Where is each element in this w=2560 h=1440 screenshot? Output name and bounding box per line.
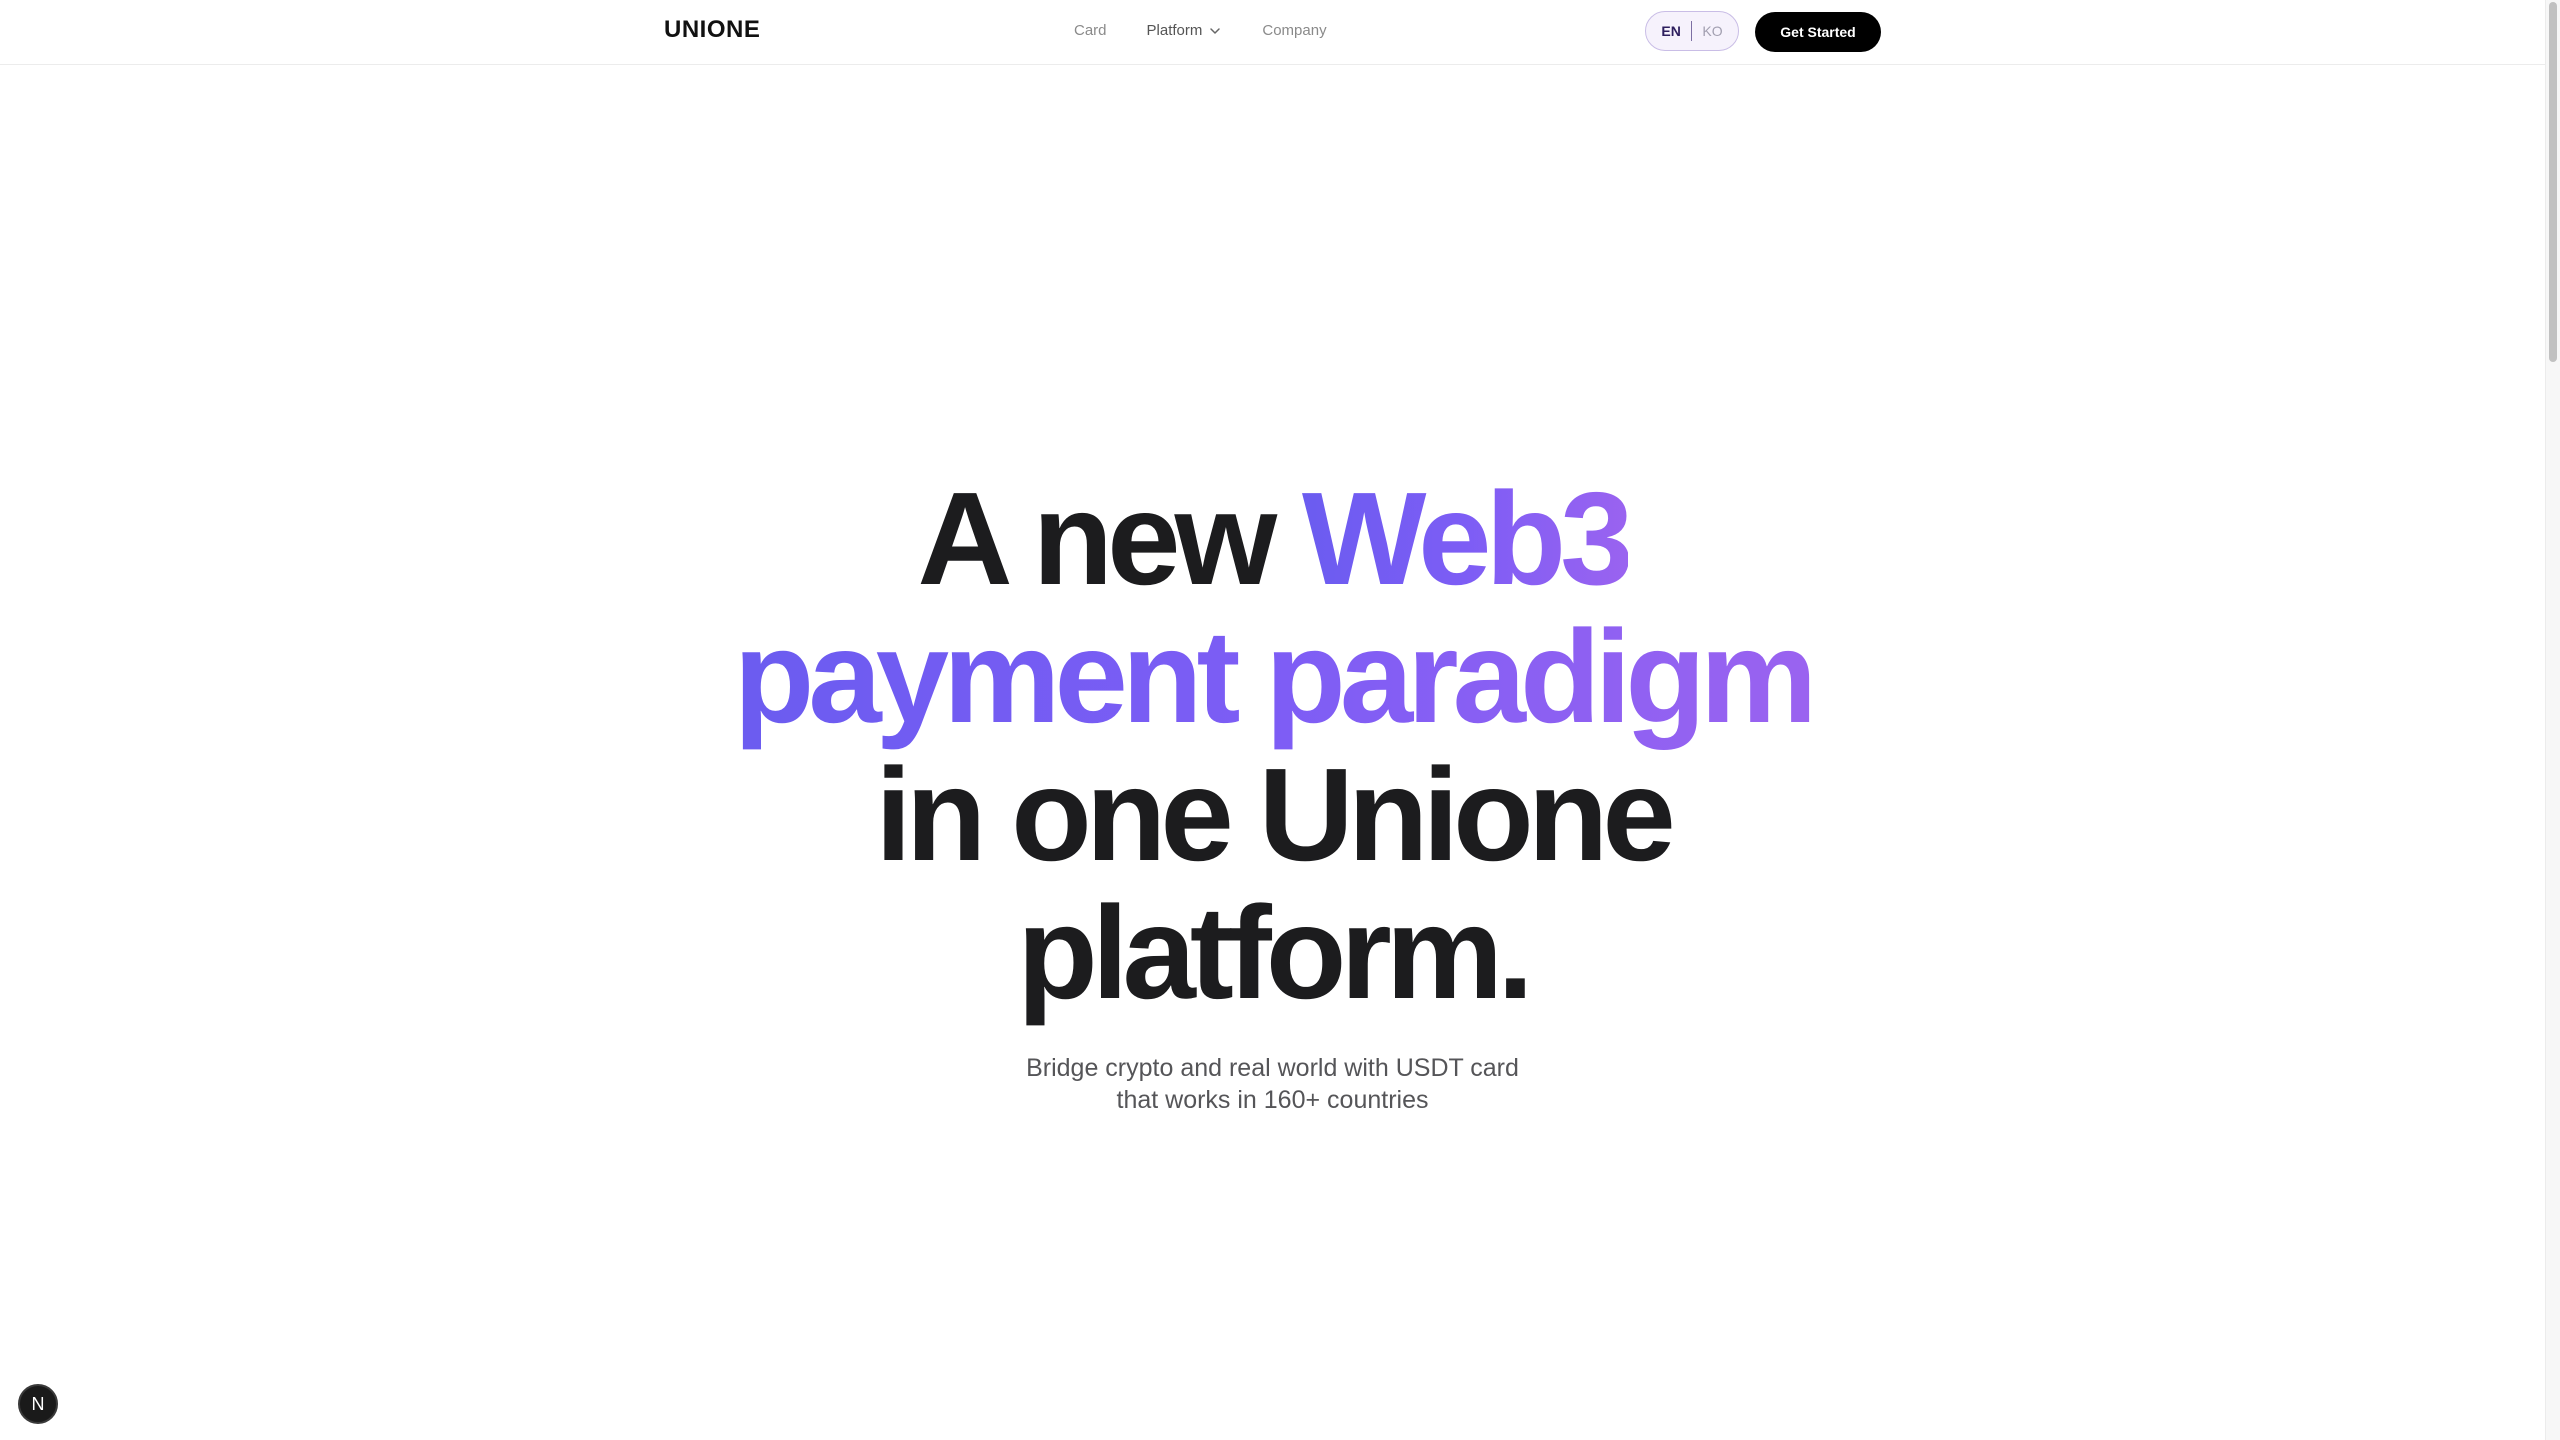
nav-link-card[interactable]: Card <box>1074 22 1107 39</box>
top-navbar: UNIONE Card Platform Company EN KO Get S… <box>0 0 2545 65</box>
page: UNIONE Card Platform Company EN KO Get S… <box>0 0 2560 1440</box>
dev-badge-label: N <box>31 1393 45 1414</box>
lang-option-en[interactable]: EN <box>1661 23 1680 39</box>
lang-divider <box>1690 21 1693 41</box>
main-nav: Card Platform Company <box>1074 22 1367 39</box>
get-started-button[interactable]: Get Started <box>1755 12 1881 52</box>
hero-headline: A new Web3 payment paradigm in one Union… <box>0 470 2545 1022</box>
nextjs-logo-icon[interactable]: N <box>18 1384 58 1424</box>
lang-option-ko[interactable]: KO <box>1702 23 1722 39</box>
hero-line-1: A new Web3 <box>917 465 1634 612</box>
hero-line-4: platform. <box>1017 879 1534 1026</box>
hero-line-1-accent: Web3 <box>1301 465 1634 612</box>
scrollbar-thumb[interactable] <box>2549 2 2557 362</box>
site-logo[interactable]: UNIONE <box>664 16 760 44</box>
language-toggle: EN KO <box>1645 11 1739 51</box>
hero-line-2-accent: payment paradigm <box>733 603 1818 750</box>
hero-subtitle-line-1: Bridge crypto and real world with USDT c… <box>1026 1054 1519 1082</box>
hero-subtitle-line-2: that works in 160+ countries <box>1116 1086 1429 1114</box>
page-scrollbar[interactable] <box>2545 0 2560 1440</box>
nav-dropdown-platform-label: Platform <box>1146 22 1203 39</box>
hero-subtitle: Bridge crypto and real world with USDT c… <box>0 1052 2545 1116</box>
nav-dropdown-platform[interactable]: Platform <box>1147 22 1223 39</box>
chevron-down-icon <box>1210 27 1221 34</box>
nav-link-company[interactable]: Company <box>1262 22 1326 39</box>
hero-line-1-plain: A new <box>917 465 1302 612</box>
hero-section: A new Web3 payment paradigm in one Union… <box>0 470 2545 1116</box>
hero-line-3: in one Unione <box>875 741 1676 888</box>
